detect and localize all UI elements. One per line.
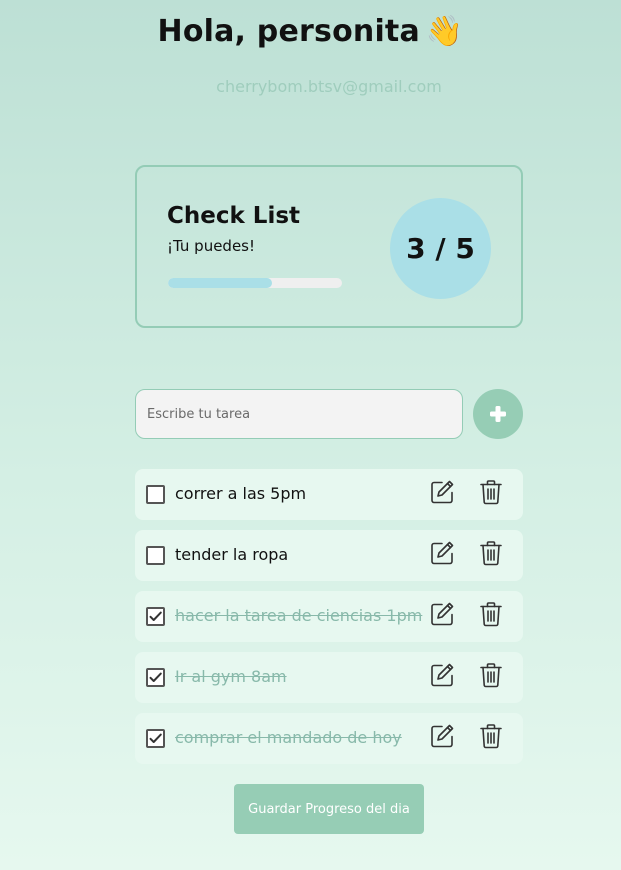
task-text: hacer la tarea de ciencias 1pm (175, 606, 423, 625)
check-icon (149, 672, 162, 682)
user-email: cherrybom.btsv@gmail.com (216, 77, 442, 96)
add-task-button[interactable] (473, 389, 523, 439)
waving-hand-icon: 👋 (425, 14, 464, 49)
task-checkbox[interactable] (146, 668, 165, 687)
task-checkbox[interactable] (146, 729, 165, 748)
task-item: comprar el mandado de hoy (135, 713, 523, 764)
task-item: hacer la tarea de ciencias 1pm (135, 591, 523, 642)
task-item: Ir al gym 8am (135, 652, 523, 703)
save-progress-button[interactable]: Guardar Progreso del dia (234, 784, 424, 834)
checklist-subtitle: ¡Tu puedes! (167, 237, 256, 255)
task-text: comprar el mandado de hoy (175, 728, 402, 747)
check-icon (149, 611, 162, 621)
task-list: correr a las 5pm tender la ropa hacer la t… (135, 469, 523, 774)
trash-icon[interactable] (479, 479, 503, 505)
greeting-text: Hola, personita (157, 14, 420, 49)
task-input[interactable] (135, 389, 463, 439)
task-item: tender la ropa (135, 530, 523, 581)
edit-icon[interactable] (429, 540, 455, 566)
task-text: correr a las 5pm (175, 484, 307, 503)
edit-icon[interactable] (429, 601, 455, 627)
trash-icon[interactable] (479, 601, 503, 627)
task-checkbox[interactable] (146, 546, 165, 565)
trash-icon[interactable] (479, 662, 503, 688)
checklist-card: Check List ¡Tu puedes! 3 / 5 (135, 165, 523, 328)
task-checkbox[interactable] (146, 607, 165, 626)
checklist-title: Check List (167, 203, 301, 229)
progress-bar (168, 278, 342, 288)
task-item: correr a las 5pm (135, 469, 523, 520)
greeting-heading: Hola, personita 👋 (0, 14, 621, 49)
task-text: Ir al gym 8am (175, 667, 287, 686)
progress-bar-fill (168, 278, 273, 288)
task-checkbox[interactable] (146, 485, 165, 504)
check-icon (149, 733, 162, 743)
plus-icon (490, 406, 506, 422)
trash-icon[interactable] (479, 540, 503, 566)
task-counter: 3 / 5 (390, 198, 491, 299)
edit-icon[interactable] (429, 479, 455, 505)
edit-icon[interactable] (429, 662, 455, 688)
trash-icon[interactable] (479, 723, 503, 749)
edit-icon[interactable] (429, 723, 455, 749)
task-text: tender la ropa (175, 545, 289, 564)
